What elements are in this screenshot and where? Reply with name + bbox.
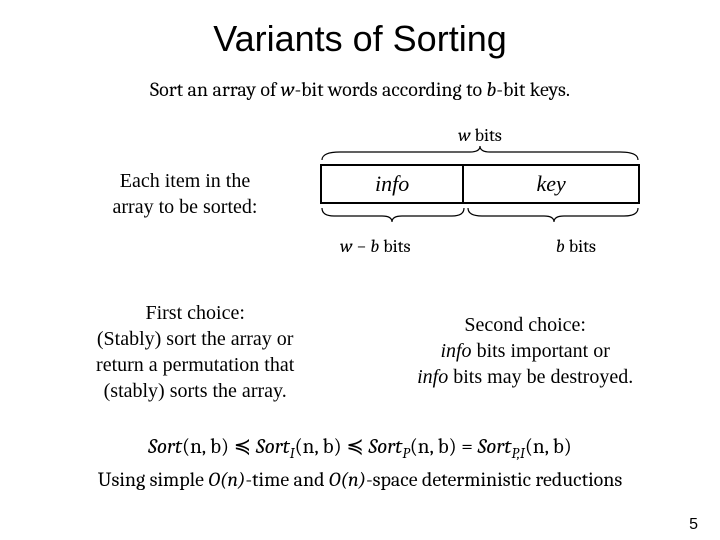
f-sort3: Sort [368, 435, 402, 459]
br-bits: bits [565, 236, 596, 257]
choice2-line3: info bits may be destroyed. [380, 364, 670, 390]
bl-bits: bits [379, 236, 410, 257]
page-number: 5 [689, 516, 698, 534]
bl-b: b [370, 236, 379, 257]
top-brace-icon [320, 146, 640, 162]
intro-b: b [486, 78, 496, 101]
intro-w: w [281, 78, 295, 101]
choice2-line2: info bits important or [380, 338, 670, 364]
complexity-formula: Sort(n, b) ≼ SortI(n, b) ≼ SortP(n, b) =… [0, 434, 720, 462]
footer-sentence: Using simple O(n)-time and O(n)-space de… [0, 468, 720, 491]
choices-row: First choice: (Stably) sort the array or… [0, 300, 720, 404]
bl-w: w [340, 236, 353, 257]
bottom-brace-labels: w − b bits b bits [320, 222, 640, 262]
intro-suffix: -bit keys. [496, 78, 570, 101]
item-desc-line2: array to be sorted: [80, 194, 290, 220]
choice1-line2: (Stably) sort the array or [60, 326, 330, 352]
choice2-l2b: bits important or [472, 340, 610, 362]
key-cell: key [464, 166, 638, 202]
f-s3: P [402, 445, 409, 462]
f-a2: (n, b) [295, 435, 342, 459]
intro-sentence: Sort an array of w-bit words according t… [0, 78, 720, 101]
info-cell: info [322, 166, 464, 202]
footer-on2: O(n) [329, 468, 366, 491]
word-diagram: w bits info key w − b bits b bits [320, 125, 640, 262]
f-eq: = [457, 435, 478, 459]
word-box: info key [320, 164, 640, 204]
f-sort1: Sort [148, 435, 182, 459]
footer-prefix: Using simple [98, 468, 209, 491]
choice1-line3: return a permutation that [60, 352, 330, 378]
f-le2: ≼ [342, 435, 369, 459]
f-sort4: Sort [478, 435, 512, 459]
choice2-info2: info [417, 366, 448, 388]
choice2-l3b: bits may be destroyed. [448, 366, 633, 388]
choice1-line1: First choice: [60, 300, 330, 326]
choice2-line1: Second choice: [380, 312, 670, 338]
footer-suffix: -space deterministic reductions [366, 468, 622, 491]
second-choice: Second choice: info bits important or in… [380, 312, 670, 404]
f-a1: (n, b) [182, 435, 229, 459]
item-desc-line1: Each item in the [80, 168, 290, 194]
f-a3: (n, b) [410, 435, 457, 459]
mid-row: Each item in the array to be sorted: w b… [0, 125, 720, 262]
f-a4: (n, b) [525, 435, 572, 459]
choice1-line4: (stably) sorts the array. [60, 378, 330, 404]
choice2-info1: info [440, 340, 471, 362]
bottom-right-label: b bits [556, 236, 596, 257]
item-description: Each item in the array to be sorted: [80, 168, 290, 220]
footer-on1: O(n) [208, 468, 245, 491]
bottom-brace-icon [320, 206, 640, 222]
first-choice: First choice: (Stably) sort the array or… [60, 300, 330, 404]
bottom-left-label: w − b bits [340, 236, 411, 257]
slide-title: Variants of Sorting [0, 0, 720, 60]
top-brace-label: w bits [320, 125, 640, 146]
top-w: w [458, 125, 471, 146]
f-le1: ≼ [229, 435, 256, 459]
f-sort2: Sort [256, 435, 290, 459]
footer-mid: -time and [245, 468, 328, 491]
intro-mid: -bit words according to [295, 78, 487, 101]
bl-minus: − [353, 236, 371, 257]
top-bits: bits [471, 125, 502, 146]
br-b: b [556, 236, 565, 257]
intro-prefix: Sort an array of [150, 78, 281, 101]
f-s4: P,I [511, 445, 524, 462]
